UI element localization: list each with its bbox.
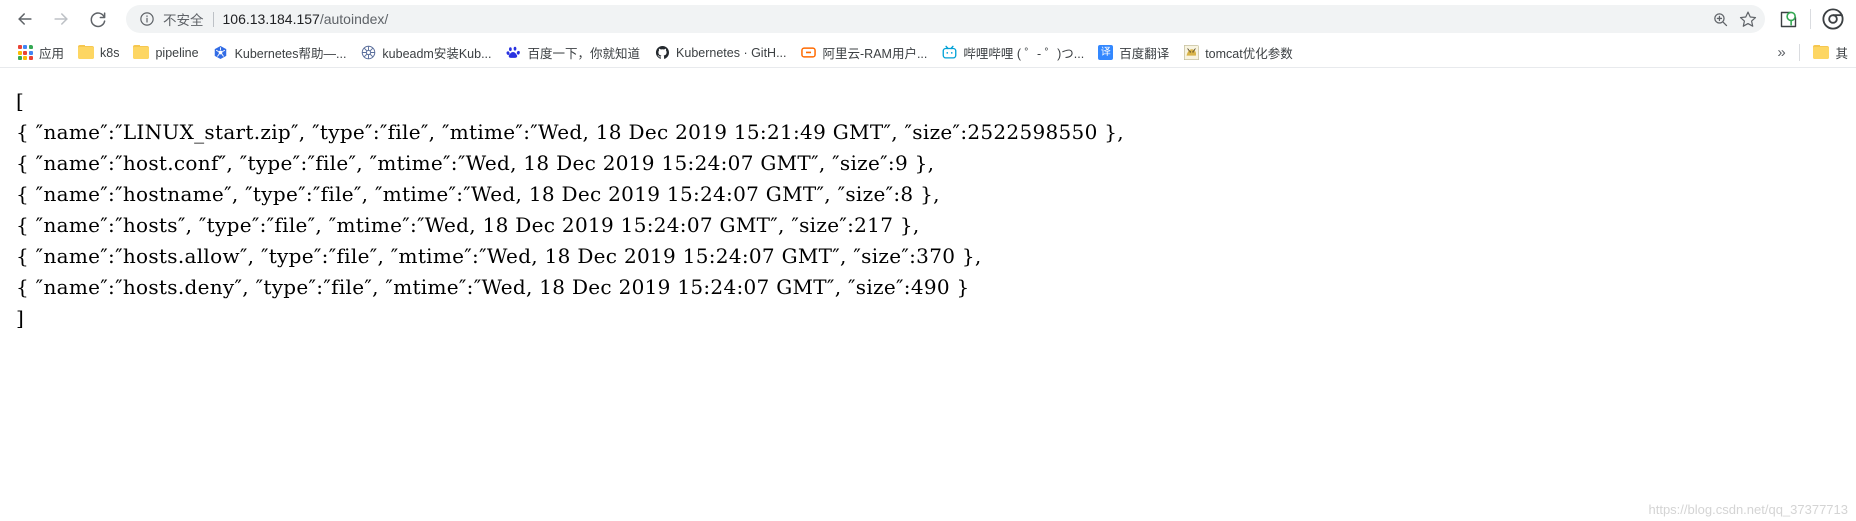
back-button[interactable] — [8, 2, 42, 36]
browser-toolbar: 不安全 106.13.184.157/autoindex/ — [0, 0, 1856, 38]
bookmark-label: tomcat优化参数 — [1205, 47, 1293, 61]
bookmarks-overflow-button[interactable]: » — [1769, 41, 1793, 65]
security-status-label: 不安全 — [163, 13, 204, 28]
bookmark-star-icon[interactable] — [1735, 6, 1761, 32]
bookmark-other-bookmarks[interactable]: 其 — [1806, 41, 1850, 65]
kubernetes-wheel-icon — [360, 45, 376, 61]
chrome-menu-icon — [1822, 8, 1844, 30]
toolbar-divider — [1810, 9, 1811, 29]
omnibox-divider — [212, 11, 214, 27]
bookmarks-bar: 应用 k8s pipeline Kubernetes帮助—... kubeadm… — [0, 38, 1856, 68]
url-path: /autoindex/ — [319, 11, 389, 27]
bookmark-baidu-fanyi[interactable]: 译 百度翻译 — [1091, 41, 1176, 65]
bookmark-label: 其 — [1835, 47, 1848, 61]
profile-icon — [1780, 11, 1796, 27]
bookmark-kubernetes-docs[interactable]: Kubernetes帮助—... — [206, 41, 354, 65]
url-host: 106.13.184.157 — [222, 11, 320, 27]
bookmark-github[interactable]: Kubernetes · GitH... — [647, 41, 793, 65]
forward-button[interactable] — [44, 2, 78, 36]
info-circle-icon[interactable] — [138, 10, 156, 28]
translate-icon: 译 — [1098, 45, 1114, 60]
bookmark-label: 阿里云-RAM用户... — [822, 47, 928, 61]
bookmark-label: Kubernetes帮助—... — [234, 47, 347, 61]
aliyun-icon — [801, 45, 817, 61]
bilibili-icon — [941, 45, 957, 61]
address-bar[interactable]: 不安全 106.13.184.157/autoindex/ — [126, 5, 1765, 33]
bookmark-label: Kubernetes · GitH... — [676, 45, 787, 60]
baidu-paw-icon — [506, 45, 522, 61]
watermark-text: https://blog.csdn.net/qq_37377713 — [1648, 502, 1849, 517]
forward-arrow-icon — [54, 13, 68, 25]
browser-window: 不安全 106.13.184.157/autoindex/ 应用 k8s pip… — [0, 0, 1856, 521]
chrome-menu-button[interactable] — [1818, 4, 1848, 34]
folder-icon — [133, 44, 150, 61]
bookmark-k8s[interactable]: k8s — [71, 41, 126, 65]
zoom-in-icon[interactable] — [1707, 6, 1733, 32]
bookmark-label: 应用 — [39, 47, 65, 61]
bookmark-bilibili[interactable]: 哔哩哔哩 ( ゜- ゜)つ... — [934, 41, 1091, 65]
page-content: [ { ″name″:″LINUX_start.zip″, ″type″:″fi… — [0, 68, 1856, 521]
profile-avatar-button[interactable] — [1773, 4, 1803, 34]
bookmark-label: 百度一下，你就知道 — [527, 47, 641, 61]
url-text[interactable]: 106.13.184.157/autoindex/ — [223, 11, 1706, 27]
back-arrow-icon — [18, 13, 32, 25]
github-icon — [654, 45, 670, 61]
bookmark-baidu[interactable]: 百度一下，你就知道 — [499, 41, 648, 65]
tomcat-icon — [1183, 45, 1199, 61]
bookmark-label: k8s — [100, 45, 120, 60]
bookmark-label: kubeadm安装Kub... — [382, 47, 492, 61]
reload-button[interactable] — [80, 2, 114, 36]
folder-icon — [78, 44, 95, 61]
bookmark-apps[interactable]: 应用 — [10, 41, 71, 65]
bookmarks-divider — [1799, 44, 1801, 61]
kubernetes-icon — [213, 45, 229, 61]
apps-grid-icon — [17, 45, 33, 61]
bookmark-label: pipeline — [155, 45, 199, 60]
bookmark-kubeadm[interactable]: kubeadm安装Kub... — [353, 41, 498, 65]
folder-icon — [1813, 44, 1830, 61]
bookmark-label: 哔哩哔哩 ( ゜- ゜)つ... — [963, 47, 1085, 61]
bookmark-pipeline[interactable]: pipeline — [126, 41, 205, 65]
reload-icon — [90, 11, 105, 27]
bookmark-tomcat[interactable]: tomcat优化参数 — [1176, 41, 1300, 65]
bookmark-label: 百度翻译 — [1119, 47, 1170, 61]
autoindex-json-output: [ { ″name″:″LINUX_start.zip″, ″type″:″fi… — [16, 89, 1124, 330]
bookmark-aliyun[interactable]: 阿里云-RAM用户... — [794, 41, 935, 65]
